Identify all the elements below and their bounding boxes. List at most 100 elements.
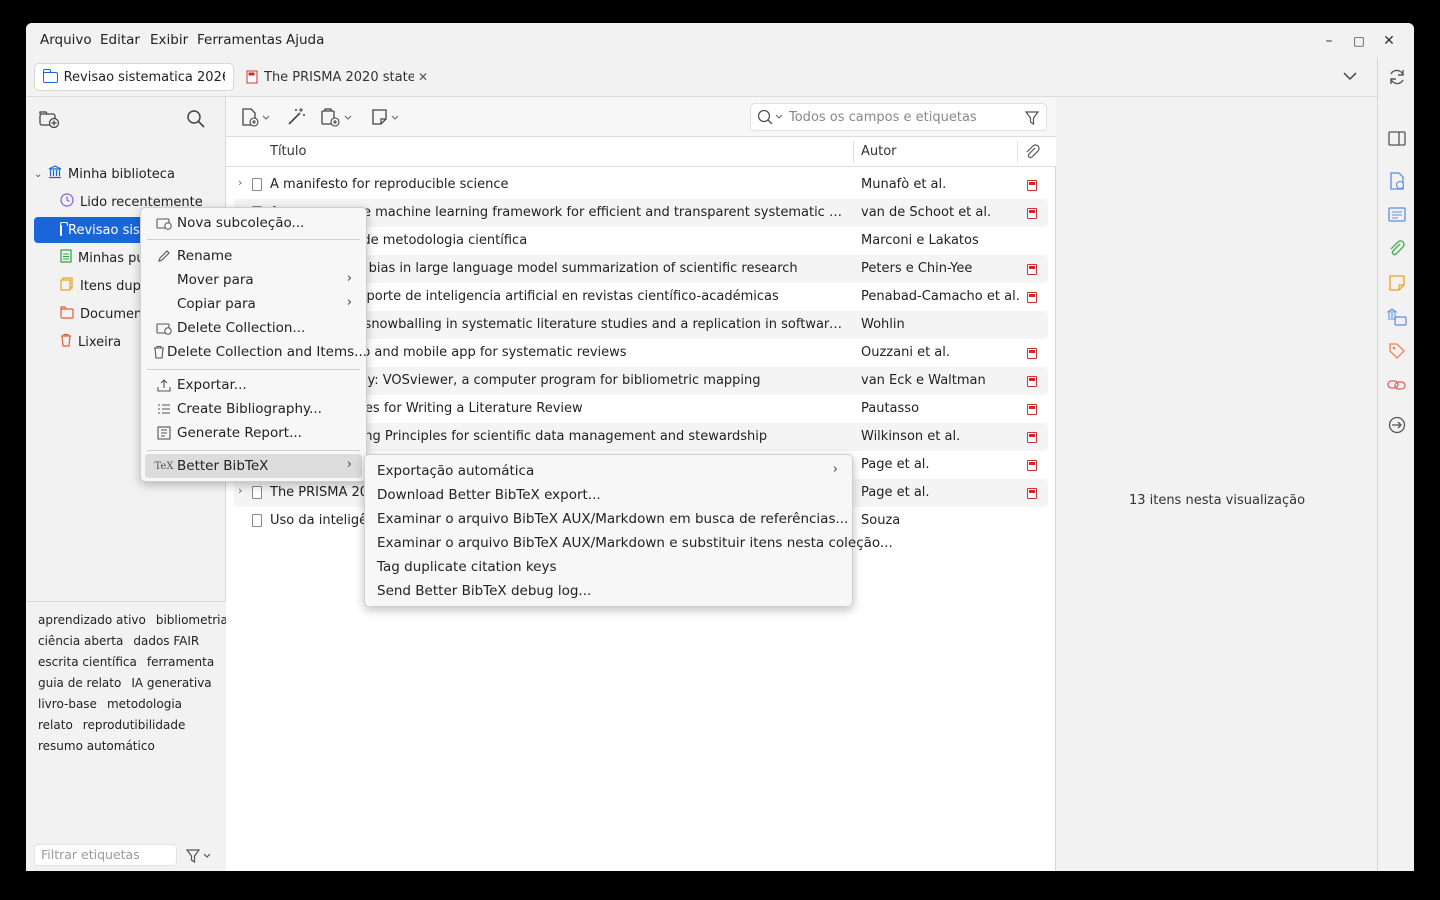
tex-icon: TeX [154,460,174,472]
tab-document[interactable]: The PRISMA 2020 statement ✕ [238,63,438,91]
library-root[interactable]: ⌄ Minha biblioteca [34,161,224,187]
add-attachment-icon[interactable] [320,107,356,127]
menu-item-new-subcollection[interactable]: Nova subcoleção... [145,211,362,235]
tag[interactable]: ciência aberta [38,634,123,648]
tab-label: The PRISMA 2020 statement [264,69,414,85]
locate-icon[interactable] [1387,415,1407,435]
minimize-button[interactable]: – [1319,31,1339,51]
menu-editar[interactable]: Editar [100,32,140,48]
twisty-icon[interactable]: › [238,176,242,189]
sidebar-item-duplicates[interactable]: Itens duplicados [60,273,140,299]
menu-item-tag-duplicates[interactable]: Tag duplicate citation keys [369,555,848,579]
pdf-icon [246,70,258,84]
tag[interactable]: reprodutibilidade [83,718,186,732]
tag[interactable]: IA generativa [131,676,211,690]
sidebar-item-label: Itens duplicados [80,278,140,294]
chevron-right-icon: › [346,457,352,472]
search-placeholder: Todos os campos e etiquetas [789,110,977,125]
new-item-icon[interactable] [240,107,272,127]
search-field[interactable]: Todos os campos e etiquetas [750,103,1047,131]
menu-item-copy-to[interactable]: Copiar para › [145,292,362,316]
info-section-icon[interactable] [1387,171,1407,191]
item-author: van de Schoot et al. [861,205,992,220]
tag[interactable]: guia de relato [38,676,121,690]
menu-item-scan-aux-replace[interactable]: Examinar o arquivo BibTeX AUX/Markdown e… [369,531,893,555]
maximize-button[interactable]: □ [1349,31,1369,51]
sidebar-item-label: Minhas publicações [78,250,140,266]
libraries-collections-icon[interactable] [1387,307,1407,327]
tag[interactable]: resumo automático [38,739,155,753]
sidebar-item-unfiled[interactable]: Documentos não organizados [60,301,140,327]
menu-item-delete-collection[interactable]: Delete Collection... [145,316,362,340]
tag[interactable]: escrita científica [38,655,137,669]
menu-item-generate-report[interactable]: Generate Report... [145,421,362,445]
collection-context-menu: Nova subcoleção... Rename Mover para › C… [140,207,367,482]
menu-item-better-bibtex[interactable]: TeX Better BibTeX › [145,454,362,478]
tag[interactable]: livro-base [38,697,97,711]
magic-wand-icon[interactable] [286,107,306,127]
twisty-icon[interactable]: › [238,484,242,497]
chevron-down-icon[interactable] [1342,68,1358,88]
items-toolbar: Todos os campos e etiquetas [226,97,1056,137]
item-author: Peters e Chin-Yee [861,261,973,276]
tag[interactable]: relato [38,718,73,732]
tag-filter-input[interactable]: Filtrar etiquetas [34,844,177,866]
menu-item-delete-collection-items[interactable]: Delete Collection and Items... [145,340,367,364]
search-mode-icon[interactable] [757,109,785,131]
report-icon [153,426,175,440]
pencil-icon [153,249,175,263]
menu-item-scan-aux[interactable]: Examinar o arquivo BibTeX AUX/Markdown e… [369,507,848,531]
abstract-section-icon[interactable] [1387,205,1407,225]
close-button[interactable]: ✕ [1379,31,1399,51]
menu-item-download-export[interactable]: Download Better BibTeX export... [369,483,848,507]
attachments-section-icon[interactable] [1387,239,1407,259]
column-title[interactable]: Título [270,144,306,159]
notes-section-icon[interactable] [1387,273,1407,293]
menu-ferramentas[interactable]: Ferramentas [197,32,282,48]
tab-library[interactable]: Revisao sistematica 2026 [34,63,234,91]
menu-exibir[interactable]: Exibir [150,32,188,48]
pdf-icon[interactable] [1027,264,1037,275]
pdf-icon[interactable] [1027,432,1037,443]
pdf-icon[interactable] [1027,460,1037,471]
search-icon[interactable] [186,109,206,133]
sidebar-item-my-publications[interactable]: Minhas publicações [60,245,140,271]
pdf-icon[interactable] [1027,348,1037,359]
close-icon[interactable]: ✕ [418,70,428,84]
twisty-open-icon[interactable]: ⌄ [34,169,48,180]
tag[interactable]: aprendizado ativo [38,613,146,627]
pdf-icon[interactable] [1027,292,1037,303]
related-section-icon[interactable] [1387,375,1407,395]
menu-arquivo[interactable]: Arquivo [40,32,92,48]
new-collection-icon[interactable] [38,109,60,133]
tags-section-icon[interactable] [1387,341,1407,361]
table-row[interactable]: › A manifesto for reproducible science Mun… [234,171,1048,199]
chevron-right-icon: › [832,462,838,477]
menu-item-rename[interactable]: Rename [145,244,362,268]
pdf-icon[interactable] [1027,488,1037,499]
pdf-icon[interactable] [1027,180,1037,191]
pdf-icon[interactable] [1027,376,1037,387]
attachment-column-icon[interactable] [1024,144,1040,164]
filter-icon[interactable] [1024,110,1040,130]
tag[interactable]: dados FAIR [133,634,199,648]
tag-filter-menu-icon[interactable] [185,848,212,868]
pdf-icon[interactable] [1027,404,1037,415]
pdf-icon[interactable] [1027,208,1037,219]
column-author[interactable]: Autor [861,144,897,159]
menu-item-create-bibliography[interactable]: Create Bibliography... [145,397,362,421]
menu-item-debug-log[interactable]: Send Better BibTeX debug log... [369,579,848,603]
new-note-icon[interactable] [370,107,402,127]
library-icon [48,165,62,183]
menu-item-move-to[interactable]: Mover para › [145,268,362,292]
toggle-pane-icon[interactable] [1387,129,1407,149]
menu-item-auto-export[interactable]: Exportação automática › [369,459,848,483]
clock-icon [60,193,74,211]
menu-item-export[interactable]: Exportar... [145,373,362,397]
tag[interactable]: metodologia [107,697,182,711]
menu-item-label: Mover para [177,272,254,288]
sync-icon[interactable] [1387,67,1407,87]
tag[interactable]: bibliometria [156,613,228,627]
menu-ajuda[interactable]: Ajuda [286,32,324,48]
tag[interactable]: ferramenta [147,655,214,669]
